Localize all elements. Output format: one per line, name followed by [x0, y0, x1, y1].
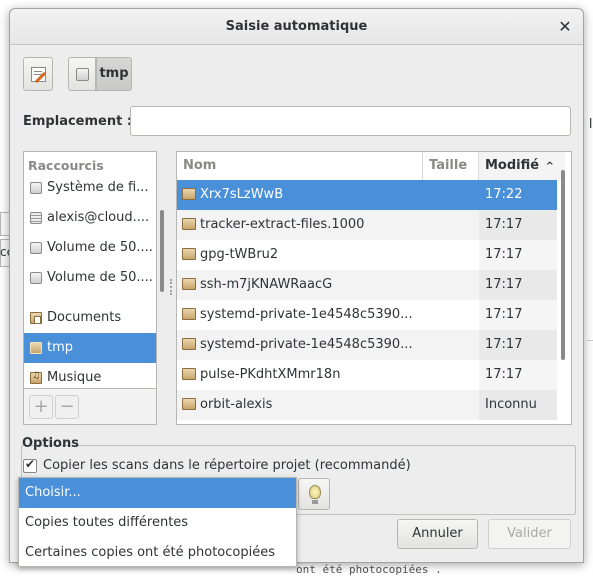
- remove-bookmark-button[interactable]: −: [55, 395, 79, 419]
- file-modified: 17:22: [485, 187, 523, 202]
- background-divider: [587, 340, 593, 341]
- sidebar-item-music[interactable]: Musique: [24, 363, 156, 388]
- file-modified: 17:17: [485, 307, 523, 322]
- column-header-size[interactable]: Taille: [423, 152, 479, 180]
- file-name: pulse-PKdhtXMmr18n: [200, 367, 341, 382]
- folder-icon: [182, 368, 196, 380]
- file-list-scrollbar[interactable]: [561, 170, 565, 360]
- file-name: orbit-alexis: [200, 397, 273, 412]
- file-modified: 17:17: [485, 337, 523, 352]
- file-row[interactable]: orbit-alexis Inconnu: [177, 390, 557, 420]
- file-row[interactable]: Xrx7sLzWwB 17:22: [177, 180, 557, 210]
- sidebar-item-volume-1[interactable]: Volume de 50....: [24, 233, 156, 263]
- sidebar-item-label: Volume de 50....: [47, 240, 153, 255]
- file-row[interactable]: tracker-extract-files.1000 17:17: [177, 210, 557, 240]
- sidebar-item-label: tmp: [47, 340, 74, 355]
- sidebar-item-network[interactable]: alexis@cloud....: [24, 203, 156, 233]
- folder-icon: [182, 248, 196, 260]
- music-folder-icon: [30, 371, 42, 384]
- copy-scans-checkbox[interactable]: [23, 457, 37, 473]
- folder-icon: [182, 338, 196, 350]
- file-name: systemd-private-1e4548c5390...: [200, 307, 413, 322]
- location-label: Emplacement :: [23, 114, 133, 129]
- file-modified: 17:17: [485, 277, 523, 292]
- file-row[interactable]: systemd-private-1e4548c5390... 17:17: [177, 300, 557, 330]
- path-tmp-button[interactable]: tmp: [96, 57, 132, 91]
- places-toolbar: + −: [23, 389, 157, 425]
- places-header: Raccourcis: [28, 158, 104, 173]
- pane-resize-handle[interactable]: [170, 279, 172, 295]
- network-drive-icon: [30, 212, 42, 224]
- sidebar-item-filesystem[interactable]: Système de fi...: [24, 173, 156, 203]
- file-name: Xrx7sLzWwB: [200, 187, 284, 202]
- drive-icon: [30, 272, 42, 284]
- places-scrollbar[interactable]: [160, 210, 164, 292]
- validate-button[interactable]: Valider: [488, 519, 571, 549]
- close-button[interactable]: ✕: [553, 15, 577, 39]
- type-location-button[interactable]: [23, 57, 53, 91]
- options-label: Options: [22, 436, 79, 451]
- places-sidebar: Raccourcis Système de fi... alexis@cloud…: [23, 151, 157, 389]
- drive-icon: [30, 242, 42, 254]
- folder-icon: [182, 308, 196, 320]
- column-header-label: Nom: [183, 158, 217, 173]
- add-bookmark-button[interactable]: +: [29, 395, 53, 419]
- copy-scans-label[interactable]: Copier les scans dans le répertoire proj…: [43, 458, 411, 473]
- dropdown-option[interactable]: Certaines copies ont été photocopiées: [19, 538, 296, 568]
- sidebar-item-tmp[interactable]: tmp: [24, 333, 156, 363]
- path-root-button[interactable]: [68, 57, 96, 91]
- sort-ascending-icon: ^: [545, 161, 555, 172]
- file-row[interactable]: gpg-tWBru2 17:17: [177, 240, 557, 270]
- folder-icon: [182, 398, 196, 410]
- file-modified: 17:17: [485, 247, 523, 262]
- column-header-modified[interactable]: Modifié ^: [479, 152, 565, 180]
- folder-icon: [182, 218, 196, 230]
- file-name: gpg-tWBru2: [200, 247, 279, 262]
- dialog-title: Saisie automatique: [225, 19, 368, 34]
- folder-icon: [30, 342, 42, 354]
- titlebar[interactable]: Saisie automatique ✕: [10, 9, 583, 45]
- file-row[interactable]: pulse-PKdhtXMmr18n 17:17: [177, 360, 557, 390]
- column-header-name[interactable]: Nom: [177, 152, 423, 180]
- cancel-button[interactable]: Annuler: [397, 519, 478, 549]
- file-modified: Inconnu: [485, 397, 537, 412]
- file-row[interactable]: ssh-m7jKNAWRaacG 17:17: [177, 270, 557, 300]
- background-text-fragment: ont été photocopiées .: [296, 563, 442, 576]
- column-header-label: Taille: [429, 158, 468, 173]
- drive-icon: [76, 68, 89, 81]
- file-row[interactable]: systemd-private-1e4548c5390... 17:17: [177, 330, 557, 360]
- sidebar-item-label: alexis@cloud....: [47, 210, 150, 225]
- file-name: systemd-private-1e4548c5390...: [200, 337, 413, 352]
- location-input[interactable]: [130, 106, 571, 136]
- folder-icon: [182, 188, 196, 200]
- file-modified: 17:17: [485, 367, 523, 382]
- dropdown-option[interactable]: Copies toutes différentes: [19, 508, 296, 538]
- lightbulb-icon: [309, 485, 321, 504]
- file-list: Nom Taille Modifié ^ Xrx7sLzWwB 17:22 tr…: [176, 151, 572, 425]
- file-modified: 17:17: [485, 217, 523, 232]
- file-name: ssh-m7jKNAWRaacG: [200, 277, 333, 292]
- sidebar-item-documents[interactable]: Documents: [24, 303, 156, 333]
- help-button[interactable]: [298, 478, 330, 510]
- column-header-label: Modifié: [485, 158, 540, 173]
- dropdown-option[interactable]: Choisir...: [19, 478, 296, 508]
- sidebar-item-label: Système de fi...: [47, 180, 149, 195]
- copies-mode-dropdown: Choisir... Copies toutes différentes Cer…: [18, 477, 297, 567]
- drive-icon: [30, 182, 42, 194]
- edit-icon: [31, 67, 46, 82]
- file-name: tracker-extract-files.1000: [200, 217, 365, 232]
- folder-icon: [182, 278, 196, 290]
- documents-folder-icon: [30, 312, 42, 324]
- sidebar-item-volume-2[interactable]: Volume de 50....: [24, 263, 156, 293]
- sidebar-item-label: Volume de 50....: [47, 270, 153, 285]
- sidebar-item-label: Documents: [47, 310, 122, 325]
- sidebar-item-label: Musique: [47, 370, 102, 385]
